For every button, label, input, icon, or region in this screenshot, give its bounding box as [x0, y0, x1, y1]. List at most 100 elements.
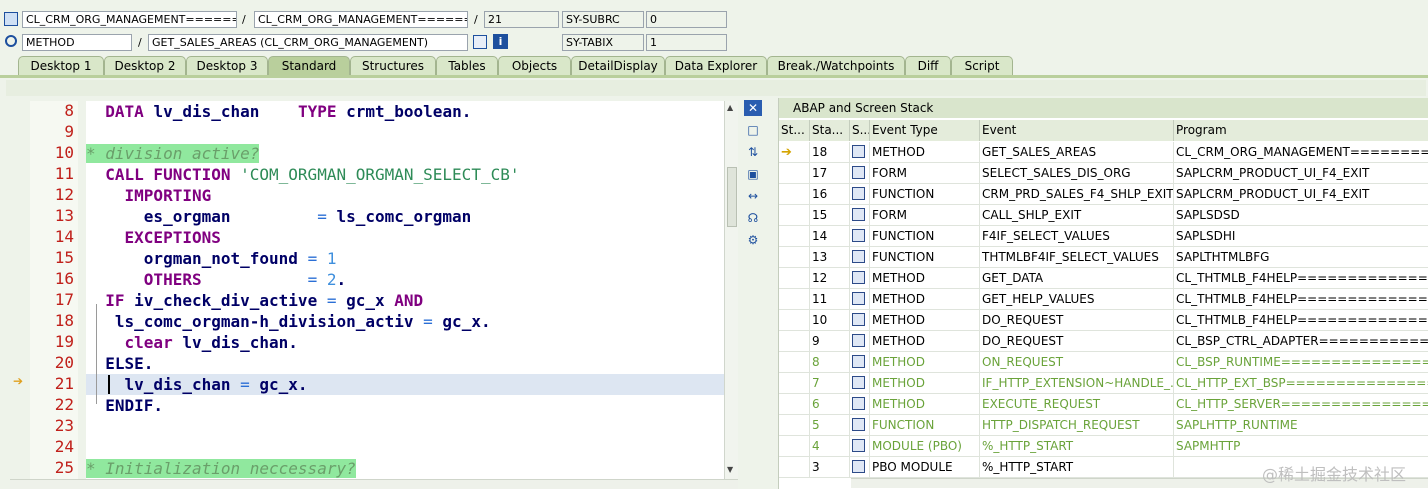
- program-field[interactable]: CL_CRM_ORG_MANAGEMENT========...: [254, 11, 468, 28]
- tab-objects[interactable]: Objects: [498, 56, 571, 76]
- swap-icon[interactable]: ⇅: [744, 144, 762, 160]
- source-icon-cell: [850, 457, 870, 478]
- code-token: lv_dis_chan.: [182, 333, 298, 352]
- code-line: ELSE.: [86, 353, 724, 374]
- source-code-icon[interactable]: [852, 355, 865, 368]
- watermark: @稀土掘金技术社区: [1262, 465, 1407, 484]
- tab-tables[interactable]: Tables: [436, 56, 498, 76]
- source-code-icon[interactable]: [852, 250, 865, 263]
- stack-row[interactable]: 4 MODULE (PBO) %_HTTP_START SAPMHTTP: [779, 436, 1428, 457]
- source-code-icon[interactable]: [852, 397, 865, 410]
- tab-desktop-2[interactable]: Desktop 2: [104, 56, 186, 76]
- column-header-event-type[interactable]: Event Type: [870, 120, 980, 141]
- status-cell: ➔: [779, 142, 810, 163]
- source-icon-cell: [850, 394, 870, 415]
- source-code-icon[interactable]: [852, 145, 865, 158]
- close-icon[interactable]: ✕: [744, 100, 762, 116]
- tab-diff[interactable]: Diff: [905, 56, 951, 76]
- tab-desktop-3[interactable]: Desktop 3: [186, 56, 268, 76]
- column-header-s[interactable]: S...: [850, 120, 870, 141]
- line-field[interactable]: 21: [484, 11, 559, 28]
- event-field[interactable]: GET_SALES_AREAS (CL_CRM_ORG_MANAGEMENT): [148, 34, 468, 51]
- new-window-icon[interactable]: □: [744, 122, 762, 138]
- source-icon-cell: [850, 415, 870, 436]
- source-code-icon[interactable]: [852, 208, 865, 221]
- stack-row[interactable]: 5 FUNCTION HTTP_DISPATCH_REQUEST SAPLHTTP_R…: [779, 415, 1428, 436]
- source-icon-cell: [850, 436, 870, 457]
- fullscreen-icon[interactable]: ▣: [744, 166, 762, 182]
- program-icon: [4, 12, 18, 26]
- stack-row[interactable]: 12 METHOD GET_DATA CL_THTMLB_F4HELP========…: [779, 268, 1428, 289]
- program-cell: CL_BSP_RUNTIME==================CP: [1174, 352, 1428, 373]
- stack-row[interactable]: 16 FUNCTION CRM_PRD_SALES_F4_SHLP_EXIT SAPL…: [779, 184, 1428, 205]
- stack-level-cell: 6: [810, 394, 850, 415]
- event-type-cell: METHOD: [870, 394, 980, 415]
- event-cell: GET_SALES_AREAS: [980, 142, 1174, 163]
- source-code-icon[interactable]: [852, 271, 865, 284]
- tab-break-watchpoints[interactable]: Break./Watchpoints: [767, 56, 905, 76]
- headset-icon[interactable]: ☊: [744, 210, 762, 226]
- source-code-icon[interactable]: [852, 292, 865, 305]
- code-token: =: [240, 375, 260, 394]
- stack-row[interactable]: ➔ 18 METHOD GET_SALES_AREAS CL_CRM_ORG_MANAG…: [779, 142, 1428, 163]
- code-token: clear: [124, 333, 183, 352]
- stack-row[interactable]: 13 FUNCTION THTMLBF4IF_SELECT_VALUES SAPLTH…: [779, 247, 1428, 268]
- stack-row[interactable]: 7 METHOD IF_HTTP_EXTENSION~HANDLE_... CL_HT…: [779, 373, 1428, 394]
- source-code-icon[interactable]: [852, 166, 865, 179]
- column-header-stack-level[interactable]: Sta...: [810, 120, 850, 141]
- tab-desktop-1[interactable]: Desktop 1: [18, 56, 104, 76]
- stack-row[interactable]: 11 METHOD GET_HELP_VALUES CL_THTMLB_F4HELP=…: [779, 289, 1428, 310]
- class-field[interactable]: CL_CRM_ORG_MANAGEMENT========...: [22, 11, 237, 28]
- source-code-icon[interactable]: [852, 376, 865, 389]
- event-type-cell: PBO MODULE: [870, 457, 980, 478]
- status-cell: [779, 184, 810, 205]
- stack-row[interactable]: 6 METHOD EXECUTE_REQUEST CL_HTTP_SERVER====…: [779, 394, 1428, 415]
- editor-horizontal-scrollbar[interactable]: [10, 479, 738, 489]
- stack-row[interactable]: 10 METHOD DO_REQUEST CL_THTMLB_F4HELP======…: [779, 310, 1428, 331]
- stack-row[interactable]: 15 FORM CALL_SHLP_EXIT SAPLSDSD: [779, 205, 1428, 226]
- event-type-field[interactable]: METHOD: [22, 34, 132, 51]
- tab-data-explorer[interactable]: Data Explorer: [665, 56, 767, 76]
- code-token: lv_dis_chan: [124, 375, 241, 394]
- code-token: lv_dis_chan: [153, 102, 298, 121]
- line-number: 10: [54, 143, 74, 162]
- event-type-cell: METHOD: [870, 331, 980, 352]
- stack-row[interactable]: 17 FORM SELECT_SALES_DIS_ORG SAPLCRM_PRODUC…: [779, 163, 1428, 184]
- source-code-icon[interactable]: [852, 313, 865, 326]
- source-code-icon[interactable]: [852, 418, 865, 431]
- info-icon[interactable]: i: [493, 34, 508, 49]
- stack-row[interactable]: 14 FUNCTION F4IF_SELECT_VALUES SAPLSDHI: [779, 226, 1428, 247]
- stack-row[interactable]: 8 METHOD ON_REQUEST CL_BSP_RUNTIME=========…: [779, 352, 1428, 373]
- code-line: * Initialization neccessary?: [86, 458, 724, 479]
- stack-row[interactable]: 9 METHOD DO_REQUEST CL_BSP_CTRL_ADAPTER====…: [779, 331, 1428, 352]
- tab-script[interactable]: Script: [951, 56, 1013, 76]
- scroll-down-icon[interactable]: ▼: [727, 465, 733, 474]
- column-header-program[interactable]: Program: [1174, 120, 1428, 141]
- stack-level-cell: 18: [810, 142, 850, 163]
- source-code-icon[interactable]: [852, 187, 865, 200]
- event-cell: CRM_PRD_SALES_F4_SHLP_EXIT: [980, 184, 1174, 205]
- maximize-icon[interactable]: ↔: [744, 188, 762, 204]
- editor-vertical-scrollbar[interactable]: ▲ ▼: [724, 101, 738, 479]
- source-icon-cell: [850, 205, 870, 226]
- status-cell: [779, 226, 810, 247]
- event-type-cell: MODULE (PBO): [870, 436, 980, 457]
- settings-tool-icon[interactable]: ⚙: [744, 232, 762, 248]
- source-code-icon[interactable]: [852, 334, 865, 347]
- source-code-icon[interactable]: [852, 460, 865, 473]
- breakpoint-gutter[interactable]: ➔: [10, 101, 30, 479]
- display-object-icon[interactable]: [473, 35, 487, 49]
- scroll-thumb[interactable]: [727, 167, 737, 227]
- tab-standard[interactable]: Standard: [268, 56, 350, 76]
- column-header-status[interactable]: St...: [779, 120, 810, 141]
- scroll-up-icon[interactable]: ▲: [727, 103, 733, 112]
- tab-structures[interactable]: Structures: [350, 56, 436, 76]
- source-code-icon[interactable]: [852, 229, 865, 242]
- source-editor[interactable]: DATA lv_dis_chan TYPE crmt_boolean. * div…: [86, 101, 724, 479]
- event-cell: DO_REQUEST: [980, 331, 1174, 352]
- code-token: IF: [105, 291, 135, 310]
- column-header-event[interactable]: Event: [980, 120, 1174, 141]
- event-type-cell: METHOD: [870, 268, 980, 289]
- source-code-icon[interactable]: [852, 439, 865, 452]
- tab-detaildisplay[interactable]: DetailDisplay: [571, 56, 665, 76]
